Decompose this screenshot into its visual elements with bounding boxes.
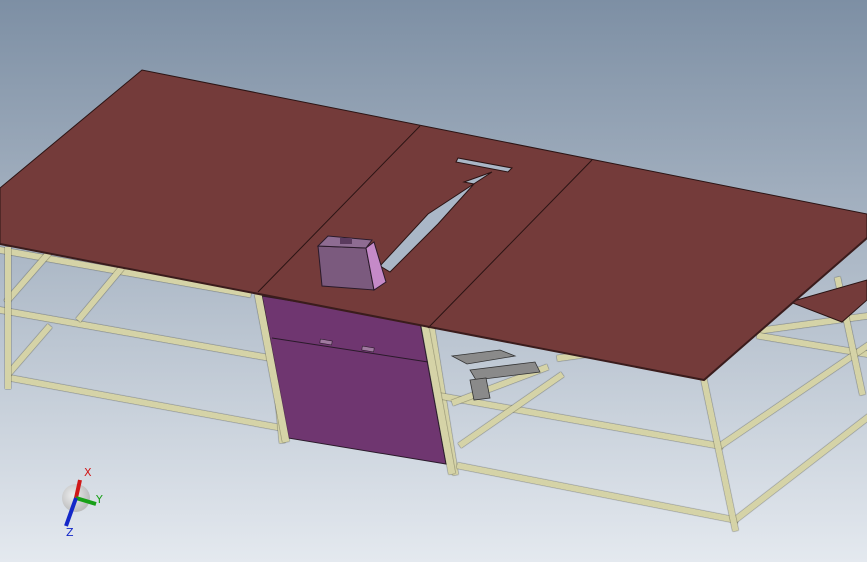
z-axis-label: Z [66,526,74,539]
y-axis-label: Y [95,493,103,506]
cad-model-view[interactable]: X Y Z [0,0,867,562]
3d-viewport[interactable]: X Y Z [0,0,867,562]
x-axis-label: X [84,466,92,479]
